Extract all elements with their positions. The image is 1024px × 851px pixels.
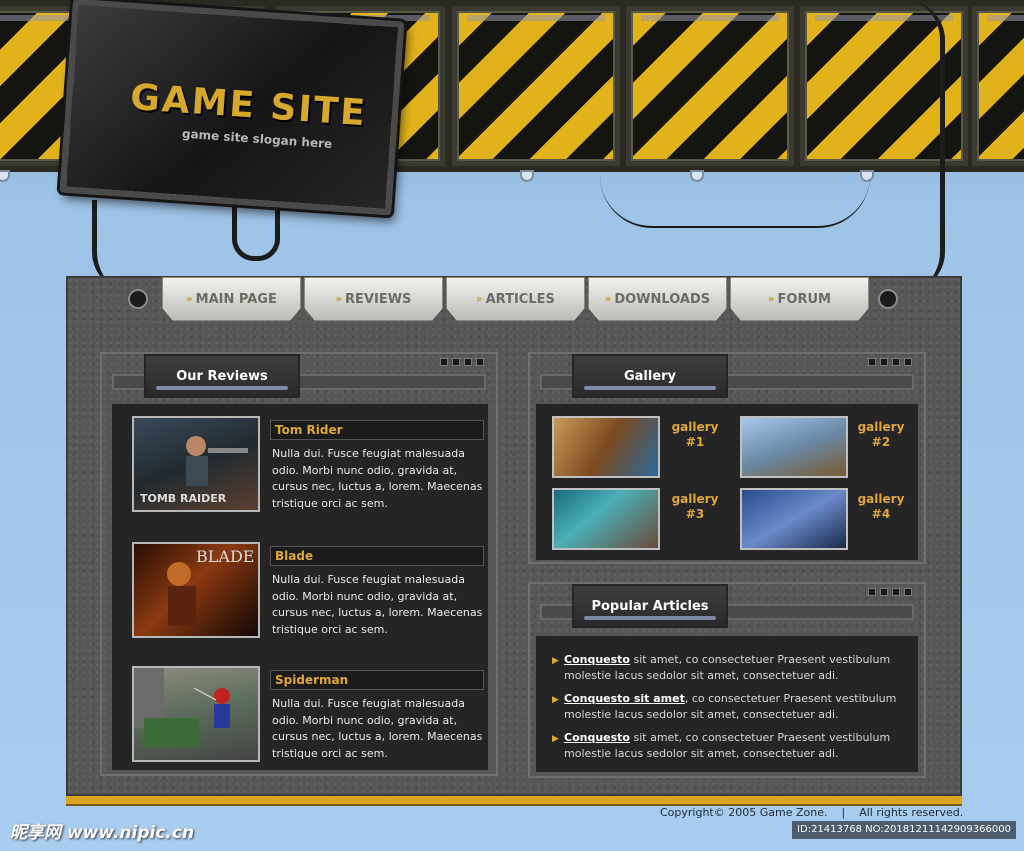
article-link[interactable]: Conquesto — [564, 653, 630, 666]
nav-tab-main-page[interactable]: » MAIN PAGE — [162, 277, 301, 321]
logo-box[interactable]: GAME SITE game site slogan here — [59, 0, 405, 216]
articles-panel: Popular Articles ▶ Conquesto sit amet, c… — [528, 582, 926, 778]
review-text: Nulla dui. Fusce feugiat malesuada odio.… — [272, 447, 483, 510]
gallery-thumb-3[interactable] — [552, 488, 660, 550]
hazard-panel — [972, 6, 1024, 166]
double-chevron-right-icon: » — [604, 293, 612, 305]
rights-text: All rights reserved. — [859, 806, 964, 819]
bolt-icon — [0, 170, 10, 182]
article-link[interactable]: Conquesto sit amet — [564, 692, 685, 705]
hook-hole — [128, 289, 148, 309]
nav-tab-articles[interactable]: » ARTICLES — [446, 277, 585, 321]
board-bottom-edge — [66, 796, 962, 806]
hazard-panel — [626, 6, 794, 166]
watermark-id: ID:21413768 NO:20181211142909366000 — [792, 821, 1016, 839]
spiderman-art — [134, 668, 230, 748]
review-title[interactable]: Spiderman — [270, 670, 484, 690]
articles-list: ▶ Conquesto sit amet, co consectetuer Pr… — [534, 634, 920, 774]
triangle-bullet-icon: ▶ — [552, 734, 559, 744]
nav-tab-reviews[interactable]: » REVIEWS — [304, 277, 443, 321]
nav-label: ARTICLES — [485, 291, 555, 307]
reviews-list: TOMB RAIDER Tom Rider Nulla dui. Fusce f… — [110, 402, 490, 772]
footer: Copyright© 2005 Game Zone. | All rights … — [660, 806, 963, 819]
double-chevron-right-icon: » — [335, 293, 343, 305]
panel-dots — [868, 358, 912, 366]
review-title[interactable]: Blade — [270, 546, 484, 566]
watermark-logo: 昵享网 www.nipic.cn — [10, 823, 195, 843]
main-nav: » MAIN PAGE » REVIEWS » ARTICLES » DOWNL… — [162, 277, 869, 321]
gallery-heading: Gallery — [572, 354, 728, 398]
review-thumbnail[interactable]: BLADE — [132, 542, 260, 638]
reviews-heading: Our Reviews — [144, 354, 300, 398]
article-link[interactable]: Conquesto — [564, 731, 630, 744]
double-chevron-right-icon: » — [186, 293, 193, 305]
review-thumbnail[interactable]: TOMB RAIDER — [132, 416, 260, 512]
review-thumbnail[interactable] — [132, 666, 260, 762]
gallery-grid: gallery #1 gallery #2 gallery #3 gallery #4 — [534, 402, 920, 562]
gallery-label-1[interactable]: gallery #1 — [664, 420, 726, 450]
nav-tab-downloads[interactable]: » DOWNLOADS — [588, 277, 727, 321]
nav-label: REVIEWS — [345, 291, 412, 307]
thumb-caption: TOMB RAIDER — [140, 492, 227, 505]
double-chevron-right-icon: » — [768, 293, 775, 305]
tomb-raider-art: TOMB RAIDER — [140, 436, 248, 505]
bolt-icon — [520, 170, 534, 182]
logo-title: GAME SITE — [128, 76, 369, 135]
review-item: BLADE Blade Nulla dui. Fusce feugiat mal… — [132, 542, 490, 640]
footer-separator: | — [841, 806, 846, 819]
hazard-panel — [452, 6, 620, 166]
panel-dots — [440, 358, 484, 366]
thumb-caption: BLADE — [196, 547, 254, 566]
double-chevron-right-icon: » — [476, 293, 483, 305]
gallery-panel: Gallery gallery #1 gallery #2 gallery #3 ga… — [528, 352, 926, 564]
copyright-text: Copyright© 2005 Game Zone. — [660, 806, 828, 819]
reviews-panel: Our Reviews TOMB RAIDER Tom Rider Nulla … — [100, 352, 498, 776]
review-item: TOMB RAIDER Tom Rider Nulla dui. Fusce f… — [132, 416, 490, 514]
triangle-bullet-icon: ▶ — [552, 695, 559, 705]
nav-label: FORUM — [777, 291, 831, 307]
panel-dots — [868, 588, 912, 596]
review-title[interactable]: Tom Rider — [270, 420, 484, 440]
review-text: Nulla dui. Fusce feugiat malesuada odio.… — [272, 697, 483, 760]
nav-label: MAIN PAGE — [195, 291, 277, 307]
review-text: Nulla dui. Fusce feugiat malesuada odio.… — [272, 573, 483, 636]
gallery-label-3[interactable]: gallery #3 — [664, 492, 726, 522]
articles-heading: Popular Articles — [572, 584, 728, 628]
nav-label: DOWNLOADS — [614, 291, 711, 307]
cable — [880, 0, 945, 292]
cable — [232, 200, 280, 261]
hook-hole — [878, 289, 898, 309]
gallery-thumb-4[interactable] — [740, 488, 848, 550]
gallery-label-4[interactable]: gallery #4 — [850, 492, 912, 522]
review-item: Spiderman Nulla dui. Fusce feugiat males… — [132, 666, 490, 764]
triangle-bullet-icon: ▶ — [552, 656, 559, 666]
blade-art: BLADE — [167, 547, 254, 626]
gallery-thumb-1[interactable] — [552, 416, 660, 478]
cable — [600, 176, 870, 228]
nav-tab-forum[interactable]: » FORUM — [730, 277, 869, 321]
gallery-label-2[interactable]: gallery #2 — [850, 420, 912, 450]
gallery-thumb-2[interactable] — [740, 416, 848, 478]
